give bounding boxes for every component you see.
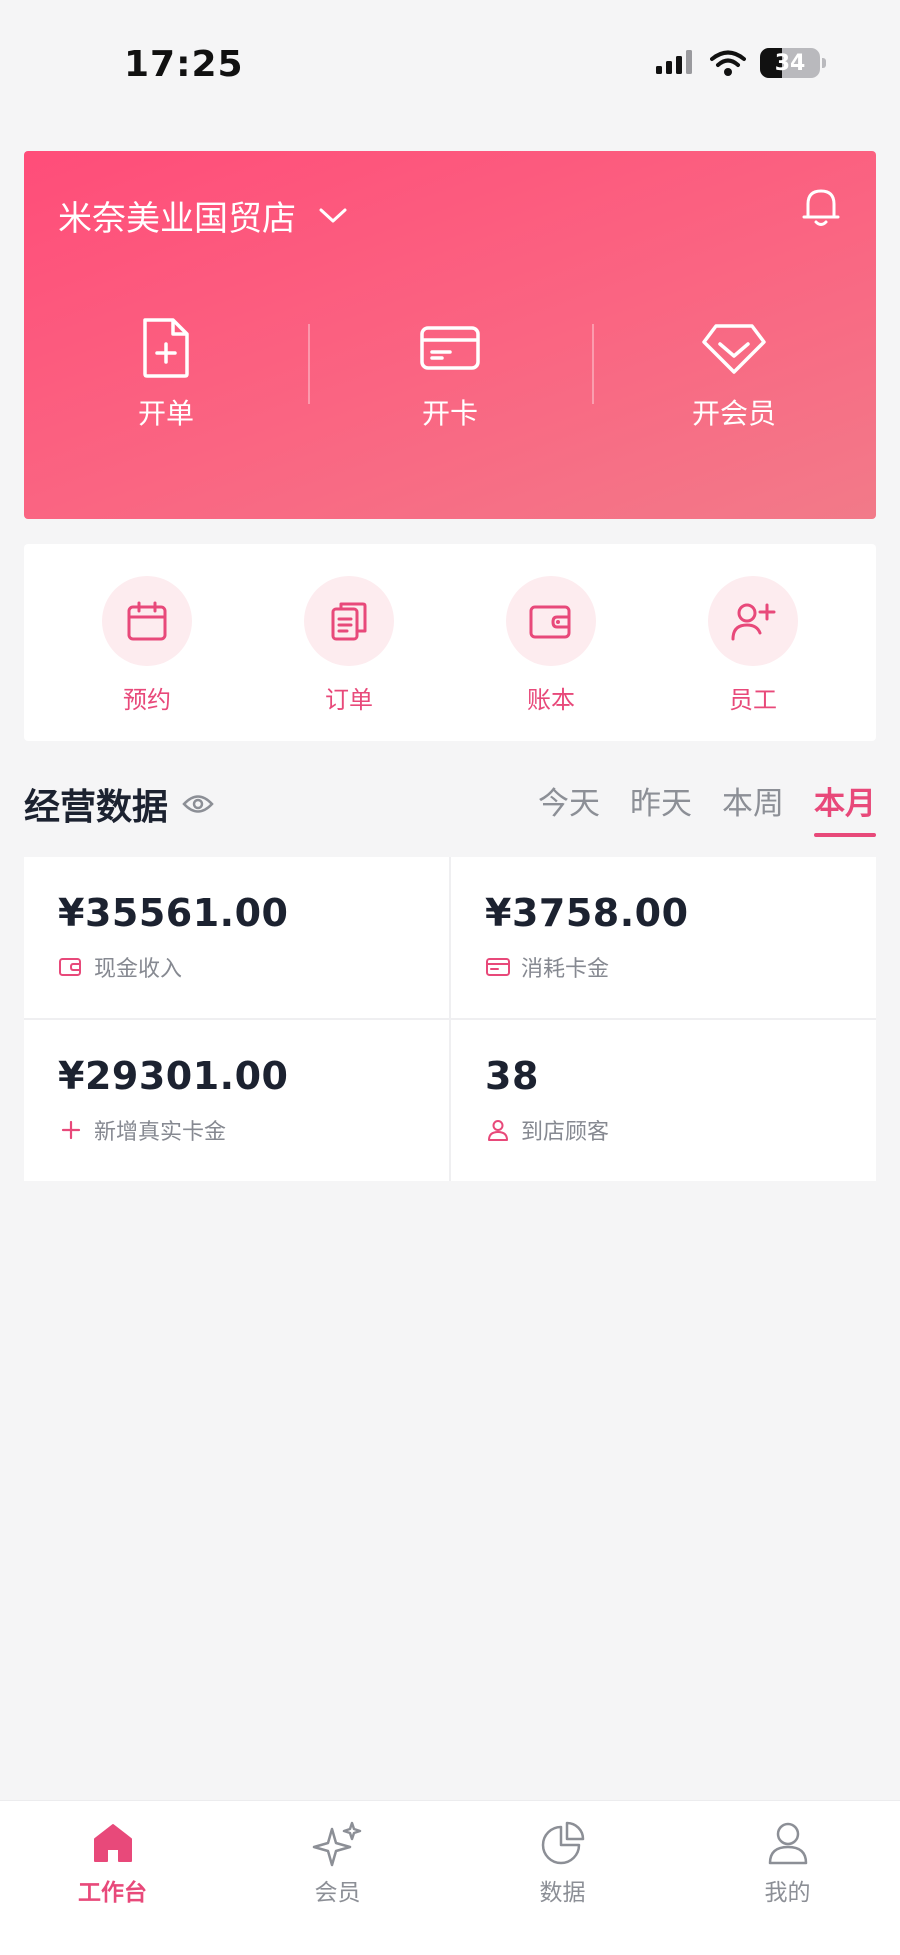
open-member-label: 开会员 <box>691 397 776 430</box>
status-time: 17:25 <box>124 44 244 85</box>
new-document-icon <box>143 318 189 378</box>
stat-label: 新增真实卡金 <box>94 1120 227 1145</box>
nav-label: 我的 <box>764 1880 811 1906</box>
status-bar: 17:25 34 <box>0 0 900 130</box>
quick-item-ledger[interactable]: 账本 <box>450 544 652 741</box>
stat-label: 到店顾客 <box>521 1120 610 1145</box>
business-data-header: 经营数据 <box>24 778 214 830</box>
battery-level: 34 <box>774 50 806 76</box>
quick-label-orders: 订单 <box>325 686 373 714</box>
nav-label: 会员 <box>314 1880 361 1906</box>
battery-indicator: 34 <box>760 48 826 78</box>
stat-value: ¥29301.00 <box>58 1054 289 1098</box>
stats-grid: ¥35561.00 现金收入 ¥3758.00 消耗卡金 ¥29301.00 新… <box>24 857 876 1181</box>
clipboard-icon <box>331 602 367 641</box>
stat-value: ¥3758.00 <box>485 891 689 935</box>
hero-actions: 开单 开卡 开会员 <box>24 316 876 436</box>
nav-label: 工作台 <box>78 1880 147 1906</box>
nav-members[interactable]: 会员 <box>225 1801 450 1955</box>
nav-profile[interactable]: 我的 <box>675 1801 900 1955</box>
diamond-icon <box>702 324 766 374</box>
quick-item-staff[interactable]: 员工 <box>652 544 854 741</box>
wallet-icon <box>529 605 571 639</box>
open-card-label: 开卡 <box>421 397 478 430</box>
signal-icon <box>656 50 692 74</box>
store-hero-card: 米奈美业国贸店 开单 开卡 开会员 <box>24 151 876 519</box>
plus-icon <box>61 1120 81 1140</box>
open-member-button[interactable]: 开会员 <box>592 316 876 436</box>
period-tabs: 今天 昨天 本周 本月 <box>538 778 876 837</box>
tab-yesterday[interactable]: 昨天 <box>630 778 692 837</box>
store-selector[interactable]: 米奈美业国贸店 <box>58 191 348 240</box>
wifi-icon <box>710 50 746 76</box>
stat-value: 38 <box>485 1054 539 1098</box>
store-name: 米奈美业国贸店 <box>58 199 296 239</box>
wallet-icon <box>59 958 81 976</box>
stat-label: 消耗卡金 <box>521 957 610 982</box>
new-order-button[interactable]: 开单 <box>24 316 308 436</box>
stat-visiting-customers[interactable]: 38 到店顾客 <box>451 1020 876 1181</box>
stat-value: ¥35561.00 <box>58 891 289 935</box>
quick-label-ledger: 账本 <box>527 686 575 714</box>
status-icons: 34 <box>656 48 826 78</box>
stat-new-card-value[interactable]: ¥29301.00 新增真实卡金 <box>24 1020 449 1181</box>
quick-item-orders[interactable]: 订单 <box>248 544 450 741</box>
new-order-label: 开单 <box>137 397 194 430</box>
pie-chart-icon <box>541 1821 584 1865</box>
user-icon <box>488 1120 508 1141</box>
open-card-button[interactable]: 开卡 <box>308 316 592 436</box>
bottom-nav: 工作台 会员 数据 我的 <box>0 1800 900 1955</box>
stat-card-consumption[interactable]: ¥3758.00 消耗卡金 <box>451 857 876 1018</box>
quick-label-appointment: 预约 <box>123 686 171 714</box>
tab-this-week[interactable]: 本周 <box>722 778 784 837</box>
chevron-down-icon <box>319 208 347 222</box>
bell-icon[interactable] <box>800 185 842 229</box>
quick-item-appointment[interactable]: 预约 <box>46 544 248 741</box>
add-user-icon <box>731 603 776 641</box>
nav-label: 数据 <box>539 1880 586 1906</box>
stat-label: 现金收入 <box>94 957 183 982</box>
sparkle-icon <box>312 1821 361 1867</box>
nav-workbench[interactable]: 工作台 <box>0 1801 225 1955</box>
section-title: 经营数据 <box>24 787 169 828</box>
eye-icon[interactable] <box>182 793 214 815</box>
card-icon <box>486 958 510 976</box>
tab-today[interactable]: 今天 <box>538 778 600 837</box>
card-icon <box>420 326 480 370</box>
nav-data[interactable]: 数据 <box>450 1801 675 1955</box>
stat-cash-income[interactable]: ¥35561.00 现金收入 <box>24 857 449 1018</box>
profile-icon <box>768 1822 807 1865</box>
quick-label-staff: 员工 <box>729 686 777 714</box>
home-icon <box>93 1824 132 1862</box>
tab-this-month[interactable]: 本月 <box>814 778 876 837</box>
quick-menu: 预约 订单 账本 员工 <box>24 544 876 741</box>
calendar-icon <box>127 601 167 641</box>
